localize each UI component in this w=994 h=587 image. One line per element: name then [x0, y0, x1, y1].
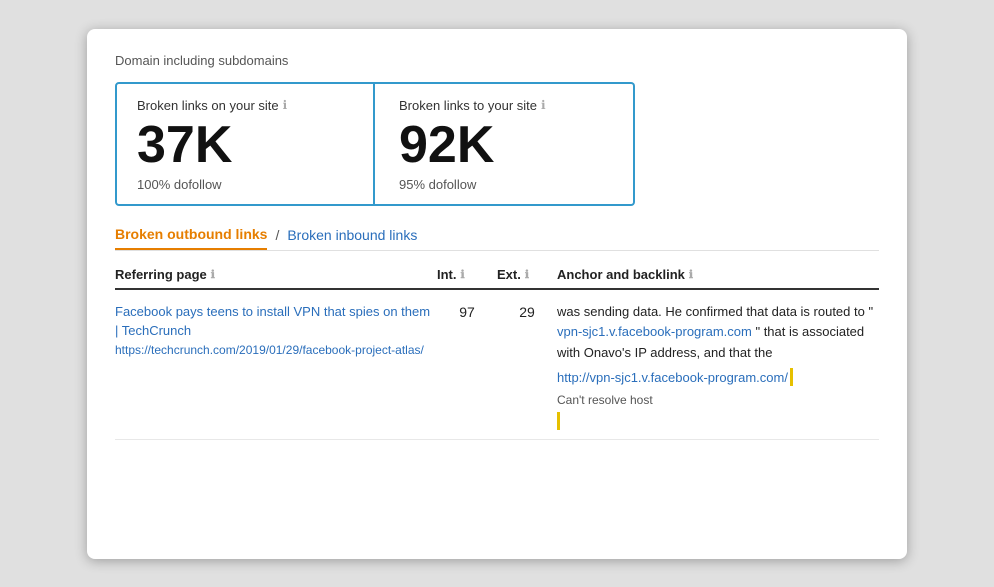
tab-divider: /: [275, 227, 279, 249]
main-window: Domain including subdomains Broken links…: [87, 29, 907, 559]
referring-page-link[interactable]: Facebook pays teens to install VPN that …: [115, 304, 430, 339]
table-row: Facebook pays teens to install VPN that …: [115, 290, 879, 440]
metric-to-site-title: Broken links to your site ℹ: [399, 98, 613, 113]
metric-to-site-sub: 95% dofollow: [399, 177, 613, 192]
cell-anchor-content: was sending data. He confirmed that data…: [557, 302, 879, 431]
tab-broken-inbound[interactable]: Broken inbound links: [287, 227, 417, 249]
cell-int: 97: [437, 302, 497, 320]
cant-resolve-label: Can't resolve host: [557, 391, 879, 410]
metric-on-site-value: 37K: [137, 119, 353, 171]
tab-broken-outbound[interactable]: Broken outbound links: [115, 226, 267, 250]
info-icon-anchor[interactable]: ℹ: [689, 268, 693, 281]
inline-vpn-link[interactable]: vpn-sjc1.v.facebook-program.com: [557, 324, 752, 339]
domain-label: Domain including subdomains: [115, 53, 879, 68]
metric-to-site-value: 92K: [399, 119, 613, 171]
cell-ext: 29: [497, 302, 557, 320]
metrics-row: Broken links on your site ℹ 37K 100% dof…: [115, 82, 879, 206]
metric-on-site-sub: 100% dofollow: [137, 177, 353, 192]
header-anchor-backlink: Anchor and backlink ℹ: [557, 267, 879, 282]
table-header: Referring page ℹ Int. ℹ Ext. ℹ Anchor an…: [115, 267, 879, 290]
metric-broken-to-site: Broken links to your site ℹ 92K 95% dofo…: [375, 82, 635, 206]
cell-referring-page: Facebook pays teens to install VPN that …: [115, 302, 437, 359]
header-int: Int. ℹ: [437, 267, 497, 282]
info-icon-int[interactable]: ℹ: [461, 268, 465, 281]
info-icon-referring[interactable]: ℹ: [211, 268, 215, 281]
info-icon-to-site[interactable]: ℹ: [541, 98, 546, 112]
yellow-bar-indicator: [790, 368, 793, 386]
info-icon-on-site[interactable]: ℹ: [283, 98, 288, 112]
tabs-row: Broken outbound links / Broken inbound l…: [115, 226, 879, 251]
info-icon-ext[interactable]: ℹ: [525, 268, 529, 281]
metric-on-site-title: Broken links on your site ℹ: [137, 98, 353, 113]
metric-broken-on-site: Broken links on your site ℹ 37K 100% dof…: [115, 82, 375, 206]
broken-url-link[interactable]: http://vpn-sjc1.v.facebook-program.com/: [557, 368, 788, 389]
header-referring-page: Referring page ℹ: [115, 267, 437, 282]
referring-page-url[interactable]: https://techcrunch.com/2019/01/29/facebo…: [115, 343, 424, 357]
yellow-square-indicator: [557, 412, 560, 430]
broken-url-row: http://vpn-sjc1.v.facebook-program.com/: [557, 368, 879, 389]
header-ext: Ext. ℹ: [497, 267, 557, 282]
